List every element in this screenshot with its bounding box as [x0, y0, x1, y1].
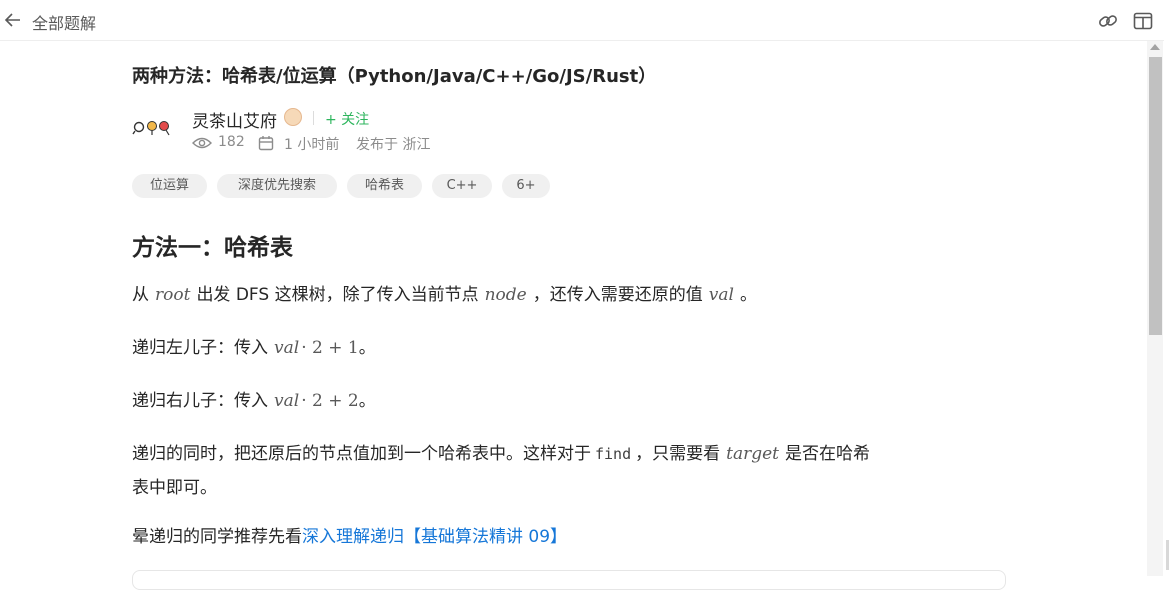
p1-text-b: 出发 DFS 这棵树，除了传入当前节点: [196, 285, 479, 305]
code-block: [132, 570, 1006, 590]
tag-cpp[interactable]: C++: [432, 174, 492, 198]
avatar[interactable]: [132, 116, 174, 138]
outer-scrollbar[interactable]: [1164, 0, 1173, 576]
math-expr-right: · 2 + 2: [301, 391, 359, 411]
top-bar: 全部题解: [0, 0, 1173, 41]
paragraph-4: 递归的同时，把还原后的节点值加到一个哈希表中。这样对于 find ，只需要看 targ…: [132, 437, 870, 471]
math-val-left: val: [274, 338, 300, 358]
paragraph-3: 递归右儿子：传入 val · 2 + 2。: [132, 384, 376, 418]
paragraph-2: 递归左儿子：传入 val · 2 + 1。: [132, 331, 376, 365]
divider: [313, 111, 314, 125]
calendar-icon: [258, 136, 274, 151]
post-title: 两种方法：哈希表/位运算（Python/Java/C++/Go/JS/Rust）: [132, 66, 657, 87]
post-time: 1 小时前: [284, 137, 340, 153]
paragraph-1: 从 root 出发 DFS 这棵树，除了传入当前节点 node ，还传入需要还原的值 va…: [132, 278, 757, 312]
back-arrow-icon[interactable]: [4, 11, 22, 29]
eye-icon: [192, 137, 212, 149]
follow-button[interactable]: + 关注: [325, 109, 369, 129]
p4-text-c: 是否在哈希: [785, 444, 870, 464]
p2-text-a: 递归左儿子：传入: [132, 338, 268, 358]
math-node: node: [484, 285, 527, 305]
math-val-right: val: [274, 391, 300, 411]
p1-text-c: ，还传入需要还原的值: [532, 285, 703, 305]
author-badge-icon: [284, 108, 302, 126]
tag-dfs[interactable]: 深度优先搜索: [217, 174, 337, 198]
link-icon[interactable]: [1098, 11, 1118, 31]
scroll-up-arrow-icon[interactable]: [1150, 44, 1160, 50]
section-heading: 方法一：哈希表: [132, 235, 293, 261]
scrollbar-thumb[interactable]: [1149, 57, 1162, 335]
inline-code-find: find: [595, 445, 632, 463]
math-val: val: [708, 285, 734, 305]
tag-more[interactable]: 6+: [502, 174, 550, 198]
p5-text-a: 晕递归的同学推荐先看: [132, 527, 302, 547]
paragraph-5: 晕递归的同学推荐先看深入理解递归【基础算法精讲 09】: [132, 520, 567, 554]
math-root: root: [155, 285, 191, 305]
recursion-article-link[interactable]: 深入理解递归【基础算法精讲 09】: [302, 527, 567, 547]
tag-hash-table[interactable]: 哈希表: [347, 174, 422, 198]
breadcrumb-all-solutions[interactable]: 全部题解: [32, 10, 96, 34]
outer-scrollbar-thumb[interactable]: [1166, 540, 1169, 570]
p1-text-d: 。: [739, 285, 757, 305]
author-name[interactable]: 灵茶山艾府: [192, 107, 277, 132]
layout-toggle-icon[interactable]: [1133, 11, 1153, 31]
p4-text-a: 递归的同时，把还原后的节点值加到一个哈希表中。这样对于: [132, 444, 591, 464]
tag-bit-ops[interactable]: 位运算: [132, 174, 207, 198]
post-location: 发布于 浙江: [356, 137, 431, 153]
paragraph-4-line-2: 表中即可。: [132, 478, 217, 498]
p1-text-a: 从: [132, 285, 149, 305]
math-expr-left: · 2 + 1: [301, 338, 359, 358]
p3-text-d: 。: [358, 391, 376, 411]
view-count: 182: [218, 134, 245, 150]
math-target: target: [726, 444, 779, 464]
p4-text-b: ，只需要看: [635, 444, 721, 464]
p3-text-a: 递归右儿子：传入: [132, 391, 268, 411]
p2-text-d: 。: [358, 338, 376, 358]
